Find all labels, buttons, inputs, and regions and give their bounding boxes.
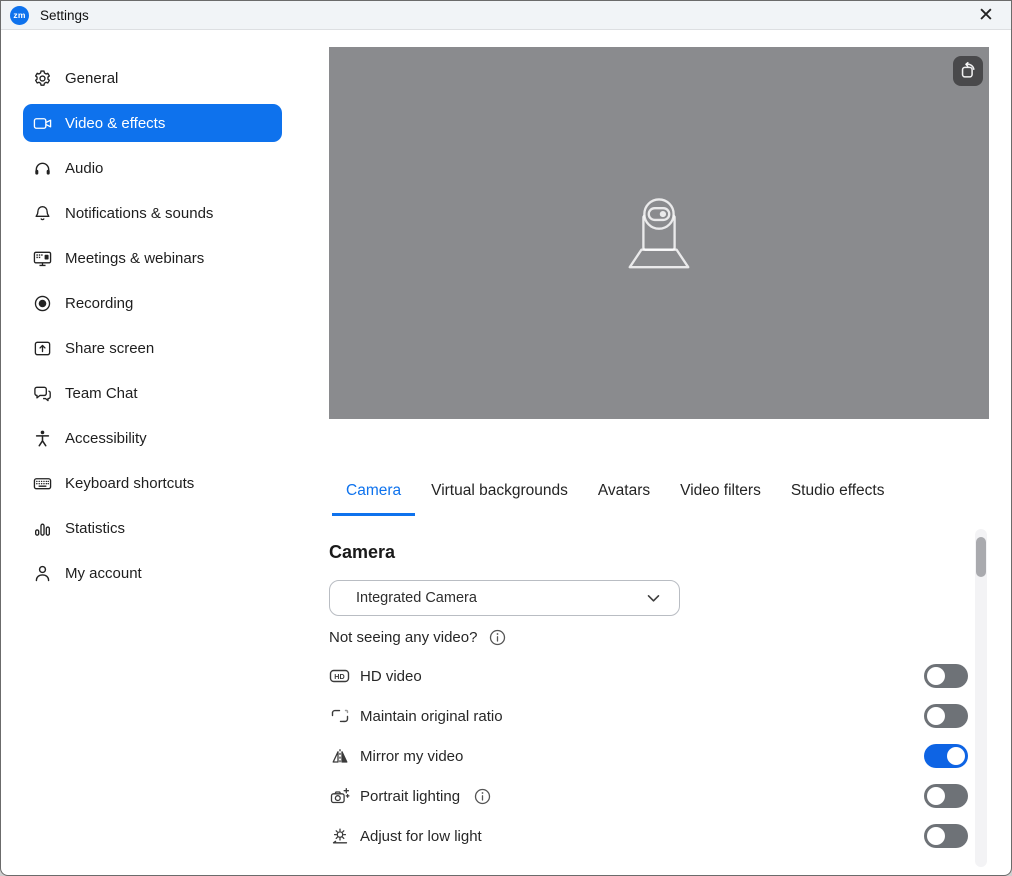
tab-avatars[interactable]: Avatars <box>584 482 664 516</box>
sidebar-item-notifications[interactable]: Notifications & sounds <box>23 194 282 232</box>
share-screen-icon <box>32 338 52 358</box>
setting-label: Mirror my video <box>360 748 463 765</box>
setting-row-low-light: Adjust for low light <box>329 816 989 856</box>
sidebar-item-label: My account <box>65 565 142 582</box>
person-icon <box>32 563 52 583</box>
tab-video-filters[interactable]: Video filters <box>666 482 775 516</box>
bell-icon <box>32 203 52 223</box>
sidebar-item-my-account[interactable]: My account <box>23 554 282 592</box>
sidebar-item-video-effects[interactable]: Video & effects <box>23 104 282 142</box>
hd-video-toggle[interactable] <box>924 664 968 688</box>
rotate-camera-button[interactable] <box>953 56 983 86</box>
webinar-screen-icon <box>32 248 52 268</box>
sidebar-item-label: Video & effects <box>65 115 165 132</box>
sidebar-item-label: Share screen <box>65 340 154 357</box>
video-preview <box>329 47 989 419</box>
sidebar-item-label: Audio <box>65 160 103 177</box>
sidebar-item-label: Keyboard shortcuts <box>65 475 194 492</box>
sidebar-item-label: Statistics <box>65 520 125 537</box>
hd-icon: HD <box>329 666 350 686</box>
sidebar-item-statistics[interactable]: Statistics <box>23 509 282 547</box>
info-icon[interactable] <box>474 788 491 805</box>
scrollbar[interactable] <box>975 529 987 867</box>
video-settings-list: HD HD video Maintain original ratio <box>329 656 989 856</box>
sidebar-item-label: General <box>65 70 118 87</box>
gear-icon <box>32 68 52 88</box>
chat-bubbles-icon <box>32 383 52 403</box>
toggle-knob <box>927 667 945 685</box>
portrait-lighting-icon <box>329 786 350 806</box>
setting-label: HD video <box>360 668 422 685</box>
sidebar-item-share-screen[interactable]: Share screen <box>23 329 282 367</box>
tab-studio-effects[interactable]: Studio effects <box>777 482 899 516</box>
camera-device-value: Integrated Camera <box>356 590 477 606</box>
maintain-ratio-toggle[interactable] <box>924 704 968 728</box>
sidebar-item-recording[interactable]: Recording <box>23 284 282 322</box>
video-help-row: Not seeing any video? <box>329 629 989 646</box>
sidebar-item-label: Accessibility <box>65 430 147 447</box>
video-tabs: Camera Virtual backgrounds Avatars Video… <box>332 482 989 516</box>
mirror-video-toggle[interactable] <box>924 744 968 768</box>
accessibility-icon <box>32 428 52 448</box>
sidebar-item-general[interactable]: General <box>23 59 282 97</box>
record-icon <box>32 293 52 313</box>
sidebar-item-meetings-webinars[interactable]: Meetings & webinars <box>23 239 282 277</box>
sidebar-item-label: Meetings & webinars <box>65 250 204 267</box>
toggle-knob <box>927 707 945 725</box>
zoom-logo: zm <box>10 6 29 25</box>
sidebar-item-label: Notifications & sounds <box>65 205 213 222</box>
sidebar-item-accessibility[interactable]: Accessibility <box>23 419 282 457</box>
window-title: Settings <box>40 8 89 23</box>
titlebar: zm Settings ✕ <box>1 1 1011 30</box>
setting-label: Portrait lighting <box>360 788 460 805</box>
sidebar-item-keyboard-shortcuts[interactable]: Keyboard shortcuts <box>23 464 282 502</box>
main-content: Camera Virtual backgrounds Avatars Video… <box>329 47 989 856</box>
portrait-lighting-toggle[interactable] <box>924 784 968 808</box>
setting-label: Adjust for low light <box>360 828 482 845</box>
sidebar-item-team-chat[interactable]: Team Chat <box>23 374 282 412</box>
setting-row-portrait-lighting: Portrait lighting <box>329 776 989 816</box>
svg-text:HD: HD <box>334 672 344 681</box>
video-help-text[interactable]: Not seeing any video? <box>329 629 477 646</box>
setting-label: Maintain original ratio <box>360 708 503 725</box>
setting-row-maintain-ratio: Maintain original ratio <box>329 696 989 736</box>
rotate-icon <box>958 61 978 81</box>
aspect-ratio-icon <box>329 706 350 726</box>
chevron-down-icon <box>647 594 660 603</box>
sidebar: General Video & effects Audio <box>1 30 301 599</box>
toggle-knob <box>947 747 965 765</box>
bar-chart-icon <box>32 518 52 538</box>
sidebar-item-audio[interactable]: Audio <box>23 149 282 187</box>
mirror-icon <box>329 746 350 766</box>
sidebar-item-label: Recording <box>65 295 133 312</box>
video-camera-icon <box>32 113 52 133</box>
webcam-icon <box>620 197 698 275</box>
low-light-icon <box>329 826 350 846</box>
info-icon[interactable] <box>489 629 506 646</box>
toggle-knob <box>927 787 945 805</box>
camera-section-heading: Camera <box>329 542 989 563</box>
camera-device-select[interactable]: Integrated Camera <box>329 580 680 616</box>
low-light-toggle[interactable] <box>924 824 968 848</box>
toggle-knob <box>927 827 945 845</box>
tab-camera[interactable]: Camera <box>332 482 415 516</box>
setting-row-mirror-video: Mirror my video <box>329 736 989 776</box>
settings-window: zm Settings ✕ General Video & effects <box>0 0 1012 876</box>
sidebar-item-label: Team Chat <box>65 385 138 402</box>
tab-virtual-backgrounds[interactable]: Virtual backgrounds <box>417 482 582 516</box>
scrollbar-thumb[interactable] <box>976 537 986 577</box>
keyboard-icon <box>32 473 52 493</box>
setting-row-hd-video: HD HD video <box>329 656 989 696</box>
close-icon[interactable]: ✕ <box>973 3 999 27</box>
headphones-icon <box>32 158 52 178</box>
